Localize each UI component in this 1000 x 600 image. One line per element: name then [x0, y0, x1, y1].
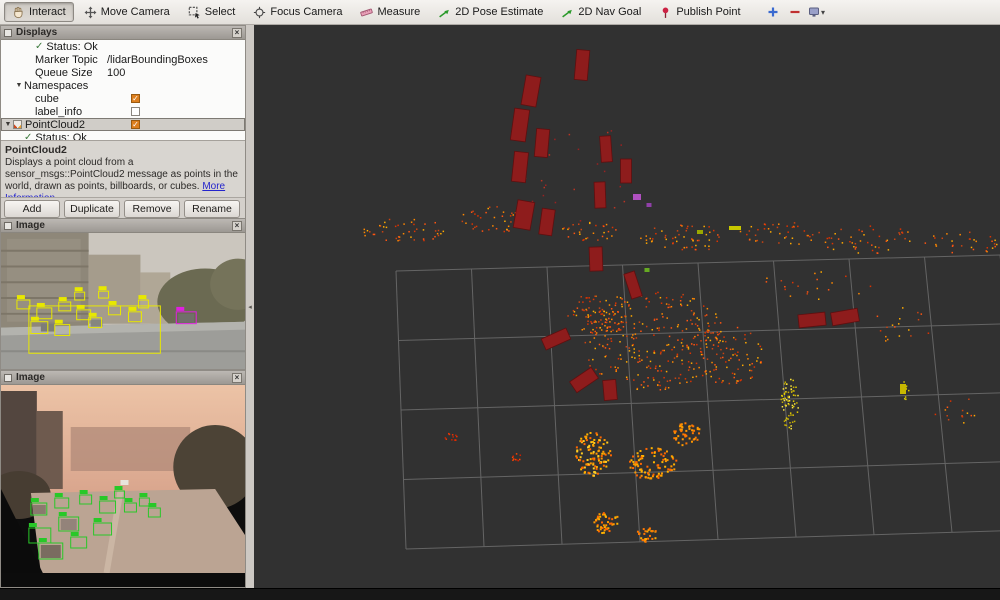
tool-focus-camera[interactable]: Focus Camera [245, 2, 350, 22]
tool-select[interactable]: Select [180, 2, 244, 22]
display-description: PointCloud2 Displays a point cloud from … [1, 140, 245, 197]
toolbar: Interact Move Camera Select Focus Camera… [0, 0, 1000, 25]
move-camera-icon [84, 6, 97, 19]
focus-crosshair-icon [253, 6, 266, 19]
tree-row-label-info[interactable]: label_info [1, 105, 245, 118]
status-bar [0, 588, 1000, 600]
tool-interact[interactable]: Interact [4, 2, 74, 22]
remove-button[interactable]: Remove [124, 200, 180, 218]
tree-row-label: Queue Size [35, 67, 92, 79]
panel-icon [4, 29, 12, 37]
tree-row-label: PointCloud2 [25, 119, 85, 131]
duplicate-button[interactable]: Duplicate [64, 200, 120, 218]
remove-tool-icon [789, 6, 801, 18]
panel-title: Image [16, 220, 45, 231]
tool-label: Select [205, 6, 236, 18]
ruler-icon [360, 6, 373, 19]
image-panel-2: Image × [0, 370, 246, 588]
hand-icon [12, 6, 25, 19]
tool-options-dropdown[interactable]: ▾ [807, 2, 827, 22]
close-icon[interactable]: × [232, 373, 242, 383]
tool-options-icon [808, 6, 820, 18]
displays-panel-titlebar[interactable]: Displays × [1, 26, 245, 40]
tree-row-status-ok[interactable]: ✓Status: Ok [1, 131, 245, 140]
tool-label: Focus Camera [270, 6, 342, 18]
tool-move-camera[interactable]: Move Camera [76, 2, 178, 22]
collapse-arrow-icon: ◂ [248, 303, 252, 311]
tree-row-label: Namespaces [24, 80, 88, 92]
add-button[interactable]: Add [4, 200, 60, 218]
tree-row-label: Status: Ok [46, 41, 97, 53]
tool-publish-point[interactable]: Publish Point [651, 2, 748, 22]
green-arrow-icon [561, 6, 574, 19]
add-tool-button[interactable] [763, 2, 783, 22]
remove-tool-button[interactable] [785, 2, 805, 22]
enable-checkbox[interactable]: ✓ [131, 120, 140, 129]
enable-checkbox[interactable] [131, 107, 140, 116]
tool-label: Move Camera [101, 6, 170, 18]
tool-label: Interact [29, 6, 66, 18]
tree-row-status-ok[interactable]: ✓Status: Ok [1, 40, 245, 53]
select-box-icon [188, 6, 201, 19]
tool-measure[interactable]: Measure [352, 2, 428, 22]
panel-title: Displays [16, 27, 57, 38]
tree-row-label: label_info [35, 106, 82, 118]
green-arrow-icon [438, 6, 451, 19]
left-column: Displays × ✓Status: OkMarker Topic/lidar… [0, 25, 246, 588]
tree-row-label: cube [35, 93, 59, 105]
enable-checkbox[interactable]: ✓ [131, 94, 140, 103]
image-panel-1-titlebar[interactable]: Image × [1, 219, 245, 233]
close-icon[interactable]: × [232, 221, 242, 231]
close-icon[interactable]: × [232, 28, 242, 38]
displays-tree: ✓Status: OkMarker Topic/lidarBoundingBox… [1, 40, 245, 140]
rename-button[interactable]: Rename [184, 200, 240, 218]
image-panel-2-titlebar[interactable]: Image × [1, 371, 245, 385]
3d-viewport[interactable] [254, 25, 1000, 588]
panel-icon [4, 374, 12, 382]
status-ok-check-icon: ✓ [24, 132, 32, 140]
tree-row-value: /lidarBoundingBoxes [107, 54, 208, 66]
tool-2d-pose-estimate[interactable]: 2D Pose Estimate [430, 2, 551, 22]
tree-row-cube[interactable]: cube ✓ [1, 92, 245, 105]
camera-image-1 [1, 233, 245, 369]
red-pin-icon [659, 6, 672, 19]
tool-label: Publish Point [676, 6, 740, 18]
displays-panel: Displays × ✓Status: OkMarker Topic/lidar… [0, 25, 246, 218]
tree-row-label: Marker Topic [35, 54, 98, 66]
tree-row-queue-size[interactable]: Queue Size 100 [1, 66, 245, 79]
scene-canvas[interactable] [254, 25, 1000, 588]
tree-row-pointcloud2[interactable]: ▼PointCloud2✓ [1, 118, 245, 131]
tree-row-value: 100 [107, 67, 125, 79]
camera-image-2 [1, 385, 245, 573]
panel-splitter[interactable]: ◂ [246, 25, 254, 588]
tree-row-marker-topic[interactable]: Marker Topic/lidarBoundingBoxes [1, 53, 245, 66]
tool-label: Measure [377, 6, 420, 18]
pointcloud2-icon [13, 120, 22, 129]
tool-label: 2D Pose Estimate [455, 6, 543, 18]
tree-row-label: Status: Ok [35, 132, 86, 141]
tool-2d-nav-goal[interactable]: 2D Nav Goal [553, 2, 649, 22]
image-panel-1: Image × [0, 218, 246, 370]
tree-row-namespaces[interactable]: ▼Namespaces [1, 79, 245, 92]
description-title: PointCloud2 [5, 144, 67, 156]
status-ok-check-icon: ✓ [35, 41, 43, 52]
panel-title: Image [16, 372, 45, 383]
tool-label: 2D Nav Goal [578, 6, 641, 18]
chevron-down-icon: ▾ [821, 8, 825, 17]
add-tool-icon [767, 6, 779, 18]
displays-actions: Add Duplicate Remove Rename [1, 197, 245, 219]
panel-icon [4, 222, 12, 230]
